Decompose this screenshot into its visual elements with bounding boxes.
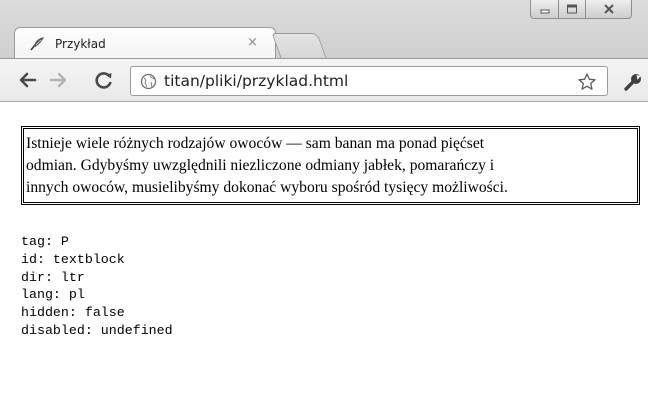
textblock-line: Istnieje wiele różnych rodzajów owoców —… [26, 135, 485, 152]
back-arrow-icon [19, 72, 37, 88]
browser-window: Przykład × titan/pliki/przyklad.html Ist… [0, 0, 648, 411]
minimize-button[interactable] [530, 0, 559, 19]
maximize-icon [567, 4, 577, 14]
url-text[interactable]: titan/pliki/przyklad.html [164, 72, 348, 90]
textblock: Istnieje wiele różnych rodzajów owoców —… [21, 126, 640, 205]
property-line: lang: pl [21, 287, 85, 303]
wrench-icon[interactable] [622, 72, 644, 92]
back-button[interactable] [18, 70, 38, 90]
tab-strip: Przykład × [0, 0, 648, 59]
page-content: Istnieje wiele różnych rodzajów owoców —… [0, 102, 648, 411]
textblock-line: odmian. Gdybyśmy uwzględnili niezliczone… [26, 157, 495, 174]
tab-title: Przykład [55, 37, 106, 51]
reload-icon [95, 72, 112, 89]
forward-arrow-icon [49, 72, 67, 88]
property-line: dir: ltr [21, 269, 85, 285]
property-line: hidden: false [21, 305, 125, 321]
element-properties: tag: P id: textblock dir: ltr lang: pl h… [21, 233, 173, 340]
minimize-icon [540, 9, 549, 14]
tab-przyklad[interactable]: Przykład × [14, 27, 276, 59]
tab-close-button[interactable]: × [247, 35, 258, 50]
new-tab-button[interactable] [271, 33, 327, 58]
close-icon [603, 4, 614, 14]
star-icon[interactable] [577, 72, 597, 92]
property-line: disabled: undefined [21, 322, 173, 338]
property-line: id: textblock [21, 251, 125, 267]
browser-toolbar: titan/pliki/przyklad.html [0, 58, 648, 102]
quill-icon [29, 36, 45, 52]
maximize-button[interactable] [559, 0, 586, 19]
textblock-line: innych owoców, musielibyśmy dokonać wybo… [26, 179, 508, 196]
reload-button[interactable] [94, 70, 114, 90]
globe-icon [140, 73, 157, 90]
address-bar[interactable]: titan/pliki/przyklad.html [130, 66, 608, 96]
close-window-button[interactable] [586, 0, 632, 19]
forward-button[interactable] [48, 70, 68, 90]
property-line: tag: P [21, 234, 69, 249]
window-controls [530, 0, 642, 20]
